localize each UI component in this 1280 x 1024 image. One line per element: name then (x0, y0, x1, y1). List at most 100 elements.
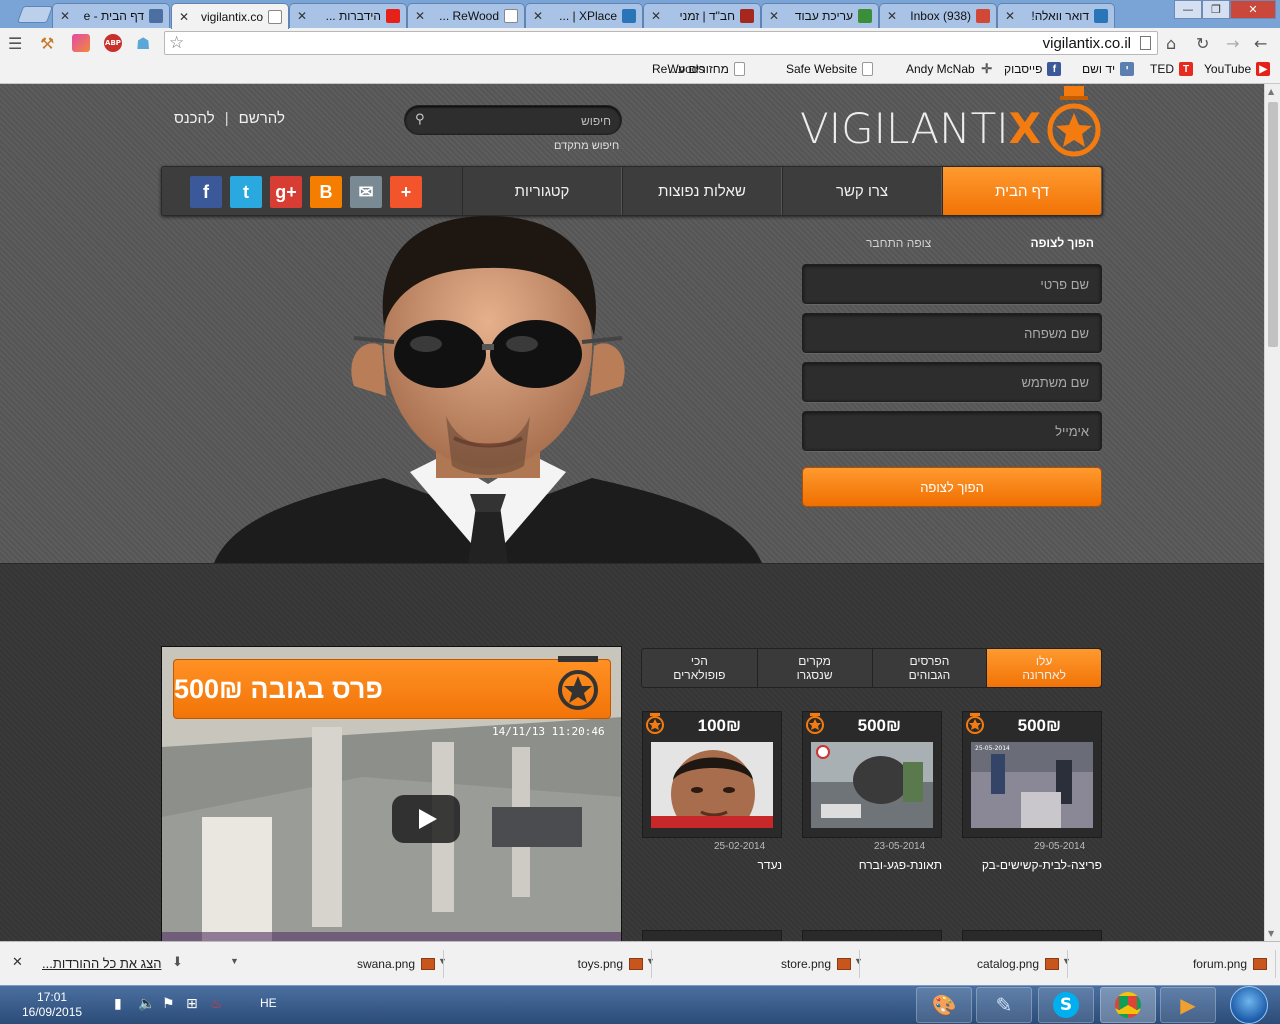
bookmark-item[interactable]: T TED (1150, 62, 1193, 76)
case-card-burglary[interactable]: 500₪ 25-05-2014 (962, 711, 1102, 838)
case-card-row2[interactable] (962, 930, 1102, 941)
google-plus-icon[interactable]: g+ (270, 176, 302, 208)
case-card-row2[interactable] (642, 930, 782, 941)
reload-icon[interactable]: ↻ (1196, 34, 1209, 53)
last-name-field[interactable] (803, 314, 1101, 352)
case-thumbnail[interactable] (811, 742, 933, 828)
case-card-hit-and-run[interactable]: 500₪ (802, 711, 942, 838)
tab-close-icon[interactable]: ✕ (650, 9, 662, 23)
browser-tab[interactable]: עריכת עבוד ✕ (761, 3, 879, 28)
bookmark-item[interactable]: ReWoods (652, 62, 704, 76)
system-clock[interactable]: 17:01 16/09/2015 (22, 990, 82, 1020)
minimize-icon[interactable]: — (1174, 0, 1202, 19)
tab-viewer-login[interactable]: צופה התחבר (866, 236, 931, 250)
browser-tab[interactable]: Inbox (938) ✕ (879, 3, 997, 28)
flag-icon[interactable]: ⚑ (162, 996, 175, 1012)
adblock-icon[interactable]: ABP (104, 34, 122, 52)
nav-categories[interactable]: קטגוריות (462, 167, 622, 215)
browser-tab[interactable]: דואר וואלה! ✕ (997, 3, 1115, 28)
volume-icon[interactable]: 🔈 (138, 996, 155, 1012)
search-icon[interactable]: ⚲ (415, 112, 425, 127)
extension-color-icon[interactable] (72, 34, 90, 52)
nav-contact[interactable]: צרו קשר (782, 167, 942, 215)
page-scrollbar[interactable]: ▲ ▼ (1264, 84, 1280, 941)
site-logo[interactable]: VIGILANTIX (800, 104, 1041, 153)
download-menu-icon[interactable]: ▼ (230, 956, 239, 966)
facebook-icon[interactable]: f (190, 176, 222, 208)
tab-closed-cases[interactable]: מקרים שנסגרו (756, 649, 872, 687)
browser-tab[interactable]: ReWood ... ✕ (407, 3, 525, 28)
tab-close-icon[interactable]: ✕ (178, 10, 190, 24)
video-player[interactable]: 14/11/13 11:20:46 פרס בגובה 500₪ (161, 646, 622, 941)
first-name-field[interactable] (803, 265, 1101, 303)
url-text[interactable]: vigilantix.co.il (1043, 35, 1131, 52)
bookmark-item[interactable]: ✛ Andy McNab (906, 61, 994, 76)
notes-taskbar-button[interactable]: ✎ (976, 987, 1032, 1023)
download-item[interactable]: forum.png ▼ (1062, 950, 1276, 978)
email-field[interactable] (803, 412, 1101, 450)
maximize-icon[interactable]: ❐ (1202, 0, 1230, 19)
blogger-icon[interactable]: B (310, 176, 342, 208)
download-item[interactable]: catalog.png ▼ (854, 950, 1068, 978)
tab-close-icon[interactable]: ✕ (414, 9, 426, 23)
case-card-missing[interactable]: 100₪ (642, 711, 782, 838)
close-downloads-icon[interactable]: ✕ (12, 955, 23, 970)
nav-home[interactable]: דף הבית (942, 167, 1102, 215)
start-button[interactable] (1230, 986, 1268, 1024)
download-item[interactable]: toys.png ▼ (438, 950, 652, 978)
browser-tab[interactable]: XPlace | ... ✕ (525, 3, 643, 28)
case-card-row2[interactable] (802, 930, 942, 941)
register-link[interactable]: להרשם (239, 110, 285, 127)
share-plus-icon[interactable]: + (390, 176, 422, 208)
download-item[interactable]: swana.png ▼ (230, 950, 444, 978)
scrollbar-thumb[interactable] (1268, 102, 1278, 347)
scroll-up-icon[interactable]: ▲ (1268, 87, 1274, 96)
tab-close-icon[interactable]: ✕ (886, 9, 898, 23)
tab-close-icon[interactable]: ✕ (59, 9, 71, 23)
tab-highest-prizes[interactable]: הפרסים הגבוהים (871, 649, 987, 687)
login-link[interactable]: להכנס (174, 110, 215, 127)
tab-close-icon[interactable]: ✕ (296, 9, 308, 23)
forward-icon[interactable]: → (1226, 34, 1239, 53)
new-tab-button[interactable] (16, 6, 54, 23)
browser-tab[interactable]: חב"ד | זמני ✕ (643, 3, 761, 28)
play-button[interactable] (392, 795, 460, 843)
home-icon[interactable]: ⌂ (1166, 34, 1176, 53)
twitter-icon[interactable]: t (230, 176, 262, 208)
media-player-taskbar-button[interactable]: ▶ (1160, 987, 1216, 1023)
case-thumbnail[interactable]: 25-05-2014 (971, 742, 1093, 828)
nav-faq[interactable]: שאלות נפוצות (622, 167, 782, 215)
back-icon[interactable]: ← (1254, 34, 1267, 53)
tab-close-icon[interactable]: ✕ (768, 9, 780, 23)
tab-close-icon[interactable]: ✕ (532, 9, 544, 23)
signal-icon[interactable]: ▮ (114, 996, 122, 1012)
case-title[interactable]: נעדר (642, 858, 782, 872)
advanced-search-link[interactable]: חיפוש מתקדם (554, 140, 619, 152)
tab-most-popular[interactable]: הכי פופולארים (642, 649, 757, 687)
browser-tab[interactable]: דף הבית - e ✕ (52, 3, 170, 28)
extension-hammer-icon[interactable]: ⚒ (40, 34, 54, 53)
bookmark-item[interactable]: f פייסבוק (1004, 62, 1062, 76)
username-field[interactable] (803, 363, 1101, 401)
case-title[interactable]: פריצה-לבית-קשישים-בק (962, 858, 1102, 872)
browser-tab[interactable]: הידברות ... ✕ (289, 3, 407, 28)
paint-taskbar-button[interactable]: 🎨 (916, 987, 972, 1023)
address-bar[interactable]: ☆ vigilantix.co.il (164, 31, 1158, 55)
email-icon[interactable]: ✉ (350, 176, 382, 208)
browser-tab[interactable]: vigilantix.co ✕ (171, 3, 289, 29)
menu-icon[interactable]: ☰ (8, 34, 22, 53)
show-all-downloads-link[interactable]: הצג את כל ההורדות... (42, 956, 161, 971)
case-title[interactable]: תאונת-פגע-וברח (802, 858, 942, 872)
tab-become-viewer[interactable]: הפוך לצופה (1030, 236, 1094, 250)
tab-recent[interactable]: עלו לאחרונה (986, 649, 1101, 687)
download-item[interactable]: store.png ▼ (646, 950, 860, 978)
skype-taskbar-button[interactable]: S (1038, 987, 1094, 1023)
acrobat-icon[interactable]: ♨ (210, 996, 223, 1012)
chrome-taskbar-button[interactable] (1100, 987, 1156, 1023)
windows-update-icon[interactable]: ⊞ (186, 996, 198, 1012)
search-input[interactable] (441, 112, 611, 129)
become-viewer-button[interactable]: הפוך לצופה (802, 467, 1102, 507)
bookmark-item[interactable]: ▶ YouTube (1204, 62, 1271, 76)
bookmark-item[interactable]: Safe Website (786, 62, 874, 76)
tab-close-icon[interactable]: ✕ (1004, 9, 1016, 23)
